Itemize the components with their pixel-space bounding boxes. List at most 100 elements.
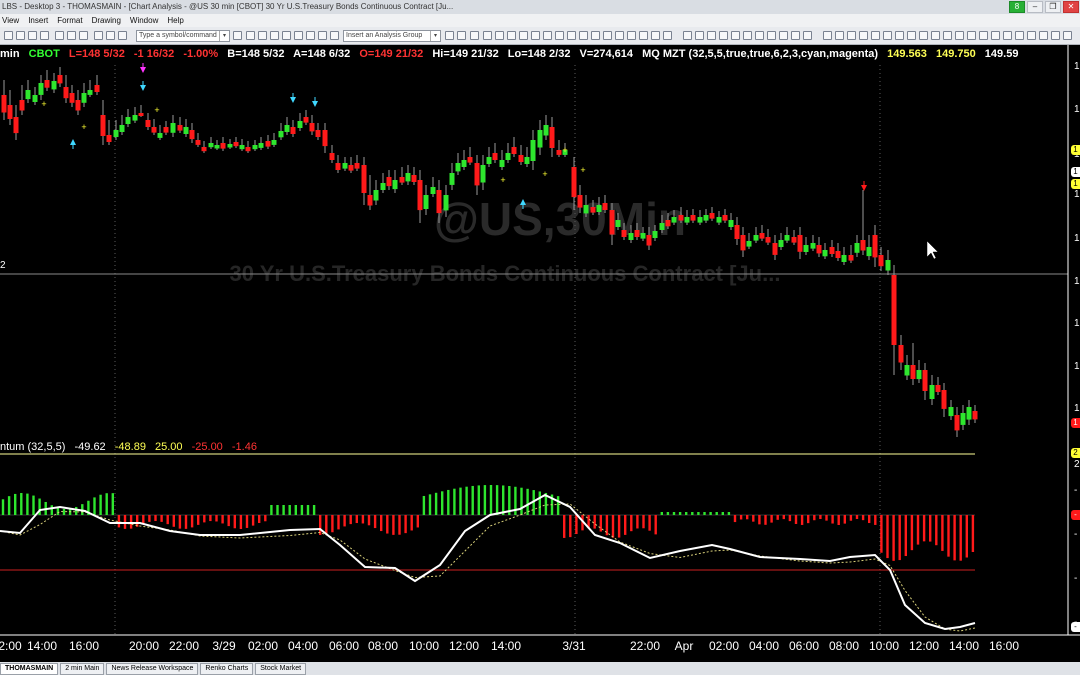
ellipse-icon[interactable]: [919, 31, 928, 40]
indicator-tag-pill[interactable]: 2: [1071, 448, 1080, 458]
table-icon[interactable]: [270, 31, 279, 40]
price-tag-pill[interactable]: 1: [1071, 179, 1080, 189]
open-icon[interactable]: [16, 31, 25, 40]
menu-help[interactable]: Help: [165, 14, 190, 27]
workspace-tab-thomasmain[interactable]: THOMASMAIN: [0, 663, 59, 675]
line-chart-icon[interactable]: [118, 31, 127, 40]
order-icon[interactable]: [663, 31, 672, 40]
dots-icon[interactable]: [519, 31, 528, 40]
grid-icon[interactable]: [258, 31, 267, 40]
save-icon[interactable]: [28, 31, 37, 40]
paste-icon[interactable]: [79, 31, 88, 40]
new-window-icon[interactable]: [4, 31, 13, 40]
camera-icon[interactable]: [1063, 31, 1072, 40]
price-tag-pill[interactable]: 1: [1071, 145, 1080, 155]
menu-view[interactable]: View: [0, 14, 26, 27]
triangle-icon[interactable]: [931, 31, 940, 40]
chevron-down-icon[interactable]: ▾: [219, 31, 229, 41]
text-icon[interactable]: [871, 31, 880, 40]
minimize-button[interactable]: –: [1027, 1, 1043, 13]
percent-icon[interactable]: [1015, 31, 1024, 40]
line-icon[interactable]: [507, 31, 516, 40]
histogram-bar: [148, 515, 151, 522]
options-icon[interactable]: [330, 31, 339, 40]
market-depth-icon[interactable]: [603, 31, 612, 40]
channel-icon[interactable]: [895, 31, 904, 40]
copy-icon[interactable]: [67, 31, 76, 40]
analysis-group-input[interactable]: Insert an Analysis Group ▾: [343, 30, 441, 42]
zoom-in-icon[interactable]: [683, 31, 692, 40]
kagi-icon[interactable]: [567, 31, 576, 40]
insert-indicator-icon[interactable]: [445, 31, 454, 40]
insert-strategy-icon[interactable]: [457, 31, 466, 40]
notification-badge[interactable]: 8: [1009, 1, 1025, 13]
histogram-icon[interactable]: [531, 31, 540, 40]
format-icon[interactable]: [470, 31, 479, 40]
last-price-pill[interactable]: 1: [1071, 418, 1080, 428]
histogram-bar: [264, 515, 267, 522]
scroll-right-icon[interactable]: [719, 31, 728, 40]
settings-icon[interactable]: [791, 31, 800, 40]
news-icon[interactable]: [294, 31, 303, 40]
candle-chart-icon[interactable]: [106, 31, 115, 40]
candle-body: [423, 195, 429, 209]
compress-icon[interactable]: [743, 31, 752, 40]
volume-icon[interactable]: [591, 31, 600, 40]
chart-icon[interactable]: [282, 31, 291, 40]
speed-lines-icon[interactable]: [967, 31, 976, 40]
fibonacci-icon[interactable]: [883, 31, 892, 40]
arrow-icon[interactable]: [943, 31, 952, 40]
chevron-down-icon[interactable]: ▾: [430, 31, 440, 41]
cycle-icon[interactable]: [1003, 31, 1012, 40]
horizontal-line-icon[interactable]: [847, 31, 856, 40]
workspace-tab-2min-main[interactable]: 2 min Main: [60, 663, 105, 675]
rectangle-icon[interactable]: [907, 31, 916, 40]
menu-drawing[interactable]: Drawing: [90, 14, 128, 27]
pointer-icon[interactable]: [823, 31, 832, 40]
arrow-right-icon[interactable]: [233, 31, 242, 40]
workspace-tab-news-release[interactable]: News Release Workspace: [106, 663, 199, 675]
data-window-icon[interactable]: [639, 31, 648, 40]
andrews-icon[interactable]: [979, 31, 988, 40]
renko-icon[interactable]: [555, 31, 564, 40]
menu-window[interactable]: Window: [128, 14, 165, 27]
cut-icon[interactable]: [55, 31, 64, 40]
symbol-input[interactable]: Type a symbol/command ▾: [136, 30, 230, 42]
bar-chart-icon[interactable]: [94, 31, 103, 40]
help-icon[interactable]: [803, 31, 812, 40]
expand-icon[interactable]: [731, 31, 740, 40]
candles-icon[interactable]: [495, 31, 504, 40]
trade-bar-icon[interactable]: [651, 31, 660, 40]
vertical-line-icon[interactable]: [859, 31, 868, 40]
gann-icon[interactable]: [955, 31, 964, 40]
area-icon[interactable]: [543, 31, 552, 40]
menu-format[interactable]: Format: [55, 14, 89, 27]
list-icon[interactable]: [246, 31, 255, 40]
indicator-tag-pill[interactable]: -: [1071, 622, 1080, 632]
scroll-left-icon[interactable]: [707, 31, 716, 40]
lock-icon[interactable]: [779, 31, 788, 40]
time-sales-icon[interactable]: [615, 31, 624, 40]
scanner-icon[interactable]: [306, 31, 315, 40]
workspace-tab-stock-market[interactable]: Stock Market: [255, 663, 307, 675]
bars-icon[interactable]: [483, 31, 492, 40]
zoom-out-icon[interactable]: [695, 31, 704, 40]
workspace-tab-renko[interactable]: Renko Charts: [200, 663, 254, 675]
ruler-icon[interactable]: [1051, 31, 1060, 40]
close-button[interactable]: ✕: [1063, 1, 1079, 13]
refresh-icon[interactable]: [755, 31, 764, 40]
maximize-button[interactable]: ❐: [1045, 1, 1061, 13]
matrix-icon[interactable]: [318, 31, 327, 40]
eraser-icon[interactable]: [1027, 31, 1036, 40]
price-tag-pill[interactable]: 1: [1071, 167, 1080, 177]
regression-icon[interactable]: [991, 31, 1000, 40]
print-icon[interactable]: [40, 31, 49, 40]
price-chart[interactable]: @US,30Min30 Yr U.S.Treasury Bonds Contin…: [0, 45, 1080, 662]
alerts-icon[interactable]: [627, 31, 636, 40]
menu-insert[interactable]: Insert: [26, 14, 55, 27]
indicator-tag-pill[interactable]: -: [1071, 510, 1080, 520]
magnet-icon[interactable]: [1039, 31, 1048, 40]
link-icon[interactable]: [767, 31, 776, 40]
trendline-icon[interactable]: [835, 31, 844, 40]
point-figure-icon[interactable]: [579, 31, 588, 40]
